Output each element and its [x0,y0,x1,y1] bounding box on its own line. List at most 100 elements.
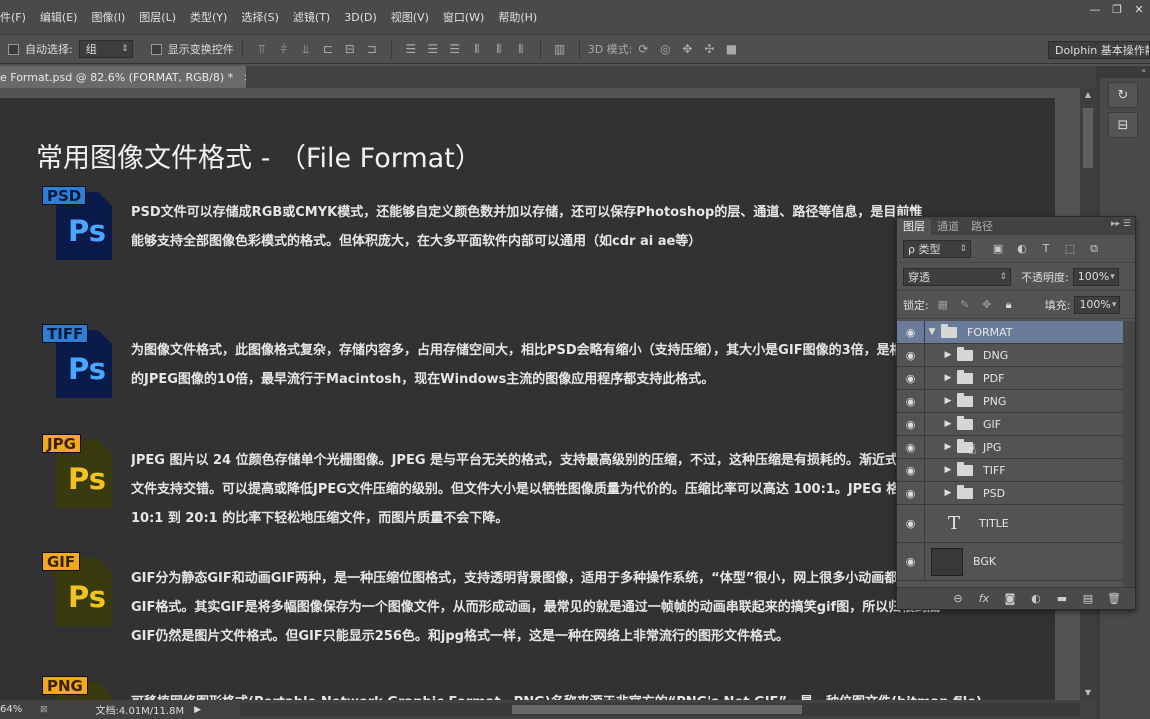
scroll-up-icon[interactable]: ▲ [1080,88,1096,102]
fill-field[interactable]: 100% [1074,295,1121,314]
expand-triangle-icon[interactable]: ▶ [941,419,955,429]
distribute-left-icon[interactable]: ⫴ [469,41,485,57]
distribute-hcenter-icon[interactable]: ⫴ [491,41,507,57]
expand-triangle-icon[interactable]: ▶ [941,442,955,452]
collapse-icon[interactable]: « [1100,66,1150,78]
restore-icon[interactable]: ❐ [1106,0,1128,18]
align-top-icon[interactable]: ⫪ [254,41,270,57]
3d-slide-icon[interactable]: ✣ [701,41,717,57]
layer-row-pdf[interactable]: ◉ ▶ PDF [897,367,1123,390]
close-icon[interactable]: ✕ [1128,0,1150,18]
document-tab[interactable]: e Format.psd @ 82.6% (FORMAT, RGB/8) * × [0,66,252,88]
menu-file[interactable]: 件(F) [0,9,33,25]
3d-scale-icon[interactable]: ■ [723,41,739,57]
hscroll-thumb[interactable] [512,705,802,714]
visibility-eye-icon[interactable]: ◉ [897,482,925,504]
layer-row-psd[interactable]: ◉ ▶ PSD [897,482,1123,505]
lock-position-icon[interactable]: ✥ [979,297,995,313]
menu-layer[interactable]: 图层(L) [132,9,183,25]
align-vcenter-icon[interactable]: ⫩ [276,41,292,57]
distribute-right-icon[interactable]: ⫴ [513,41,529,57]
auto-select-dropdown[interactable]: 组 [78,40,133,58]
adjustment-icon[interactable]: ◐ [1023,592,1049,605]
auto-select-checkbox[interactable] [8,43,19,55]
layer-row-gif[interactable]: ◉ ▶ GIF [897,413,1123,436]
3d-roll-icon[interactable]: ◎ [657,41,673,57]
visibility-eye-icon[interactable]: ◉ [897,321,925,343]
folder-icon[interactable]: ▬ [1049,592,1075,605]
lock-all-icon[interactable]: 🔒︎ [1001,297,1017,313]
auto-align-icon[interactable]: ▥ [552,41,568,57]
collapse-triangle-icon[interactable]: ▼ [925,327,939,337]
history-icon[interactable]: ↻ [1108,82,1138,108]
tab-layers[interactable]: 图层 [897,219,931,235]
filter-shape-icon[interactable]: ⬚ [1061,241,1079,257]
trash-icon[interactable]: 🗑︎ [1101,592,1127,605]
menu-select[interactable]: 选择(S) [234,9,286,25]
link-icon[interactable]: ⊖ [945,592,971,605]
expand-triangle-icon[interactable]: ▶ [941,396,955,406]
menu-window[interactable]: 窗口(W) [436,9,491,25]
blend-mode-dropdown[interactable]: 穿透 [903,267,1011,286]
status-menu-icon[interactable]: ▶ [194,705,201,715]
expand-triangle-icon[interactable]: ▶ [941,350,955,360]
new-layer-icon[interactable]: ▤ [1075,592,1101,605]
scroll-thumb[interactable] [1083,108,1093,168]
layer-row-jpg[interactable]: ◉ ▶ JPG [897,436,1123,459]
fx-icon[interactable]: fx [971,592,997,605]
filter-adjust-icon[interactable]: ◐ [1013,241,1031,257]
visibility-eye-icon[interactable]: ◉ [897,543,925,580]
panel-menu-icon[interactable]: ▸▸ ☰ [1111,219,1131,229]
align-left-icon[interactable]: ⊏ [320,41,336,57]
filter-type-icon[interactable]: T [1037,241,1055,257]
3d-pan-icon[interactable]: ✥ [679,41,695,57]
layer-row-png[interactable]: ◉ ▶ PNG [897,390,1123,413]
layer-row-tiff[interactable]: ◉ ▶ TIFF [897,459,1123,482]
layer-row-format[interactable]: ◉ ▼ FORMAT [897,321,1123,344]
layer-row-title[interactable]: ◉ T TITLE [897,505,1123,543]
visibility-eye-icon[interactable]: ◉ [897,436,925,458]
menu-help[interactable]: 帮助(H) [491,9,544,25]
layer-list-scrollbar[interactable] [1123,321,1135,587]
visibility-eye-icon[interactable]: ◉ [897,413,925,435]
visibility-eye-icon[interactable]: ◉ [897,459,925,481]
expand-triangle-icon[interactable]: ▶ [941,373,955,383]
3d-orbit-icon[interactable]: ⟳ [635,41,651,57]
show-transform-checkbox[interactable] [150,43,162,55]
workspace-switcher[interactable]: Dolphin 基本操作静 [1048,41,1150,59]
menu-3d[interactable]: 3D(D) [337,11,384,24]
tab-paths[interactable]: 路径 [965,219,999,235]
layer-row-bgk[interactable]: ◉ BGK [897,543,1123,581]
menu-image[interactable]: 图像(I) [84,9,132,25]
filter-type-dropdown[interactable]: ρ 类型 [903,239,971,258]
opacity-field[interactable]: 100% [1072,267,1119,286]
visibility-eye-icon[interactable]: ◉ [897,505,925,542]
lock-image-icon[interactable]: ✎ [957,297,973,313]
menu-filter[interactable]: 滤镜(T) [286,9,337,25]
menu-view[interactable]: 视图(V) [384,9,436,25]
layer-row-dng[interactable]: ◉ ▶ DNG [897,344,1123,367]
expand-triangle-icon[interactable]: ▶ [941,488,955,498]
horizontal-scrollbar[interactable] [240,703,1080,716]
tab-channels[interactable]: 通道 [931,219,965,235]
visibility-eye-icon[interactable]: ◉ [897,390,925,412]
align-bottom-icon[interactable]: ⫫ [298,41,314,57]
scroll-down-icon[interactable]: ▼ [1080,686,1096,700]
expand-triangle-icon[interactable]: ▶ [941,465,955,475]
distribute-vcenter-icon[interactable]: ☰ [425,41,441,57]
visibility-eye-icon[interactable]: ◉ [897,344,925,366]
align-right-icon[interactable]: ⊐ [364,41,380,57]
menu-edit[interactable]: 编辑(E) [33,9,85,25]
zoom-level[interactable]: 64% [0,704,40,715]
align-hcenter-icon[interactable]: ⊟ [342,41,358,57]
filter-smart-icon[interactable]: ⧉ [1085,241,1103,257]
distribute-top-icon[interactable]: ☰ [403,41,419,57]
properties-icon[interactable]: ⊟ [1108,112,1138,138]
minimize-icon[interactable]: — [1084,0,1106,18]
visibility-eye-icon[interactable]: ◉ [897,367,925,389]
filter-pixel-icon[interactable]: ▣ [989,241,1007,257]
distribute-bottom-icon[interactable]: ☰ [447,41,463,57]
lock-transparent-icon[interactable]: ▦ [935,297,951,313]
menu-type[interactable]: 类型(Y) [183,9,234,25]
mask-icon[interactable]: ◙ [997,592,1023,605]
